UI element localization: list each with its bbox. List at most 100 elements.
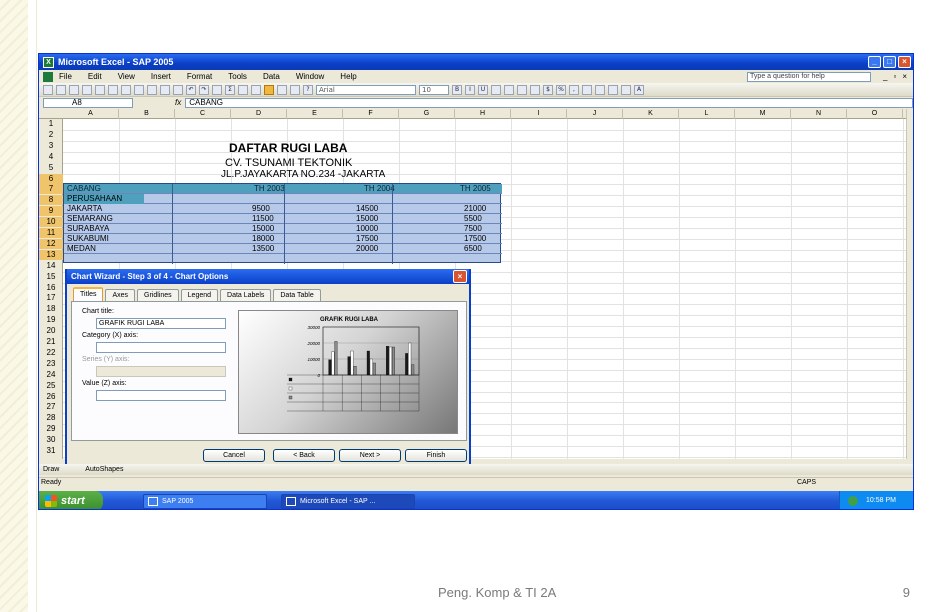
menu-edit[interactable]: Edit xyxy=(88,72,102,81)
cut-icon[interactable] xyxy=(134,84,144,95)
row-header[interactable]: 22 xyxy=(39,348,63,358)
decrease-decimal-icon[interactable] xyxy=(595,84,605,95)
table-cell-value[interactable]: 14500 xyxy=(356,204,378,214)
chart-wizard-icon[interactable] xyxy=(264,84,274,95)
table-cell-value[interactable]: 10000 xyxy=(356,224,378,234)
align-right-icon[interactable] xyxy=(517,84,527,95)
start-button[interactable]: start xyxy=(39,491,103,509)
doc-minimize-icon[interactable]: _ xyxy=(883,72,887,81)
row-header[interactable]: 23 xyxy=(39,359,63,369)
tab-legend[interactable]: Legend xyxy=(180,289,219,301)
hyperlink-icon[interactable] xyxy=(212,84,222,95)
row-header[interactable]: 8 xyxy=(39,195,63,206)
row-header[interactable]: 30 xyxy=(39,435,63,445)
menu-view[interactable]: View xyxy=(118,72,135,81)
row-header[interactable]: 16 xyxy=(39,283,63,293)
column-header[interactable]: J xyxy=(567,109,623,119)
column-header[interactable]: M xyxy=(735,109,791,119)
table-cell-value[interactable]: 13500 xyxy=(252,244,274,254)
row-header[interactable]: 25 xyxy=(39,381,63,391)
row-header[interactable]: 12 xyxy=(39,238,63,249)
close-icon[interactable]: × xyxy=(898,56,911,68)
data-table[interactable]: CABANG TH 2003 TH 2004 TH 2005 PERUSAHAA… xyxy=(63,183,502,264)
row-header[interactable]: 5 xyxy=(39,163,63,173)
tab-axes[interactable]: Axes xyxy=(105,289,136,301)
chart-title-field[interactable]: GRAFIK RUGI LABA xyxy=(96,318,226,329)
task-sap2005[interactable]: SAP 2005 xyxy=(143,494,267,509)
menu-data[interactable]: Data xyxy=(263,72,280,81)
comma-icon[interactable]: , xyxy=(569,84,579,95)
merge-center-icon[interactable] xyxy=(530,84,540,95)
column-header[interactable]: N xyxy=(791,109,847,119)
table-cell-value[interactable]: 15000 xyxy=(356,214,378,224)
menu-window[interactable]: Window xyxy=(296,72,324,81)
row-header[interactable]: 9 xyxy=(39,206,63,217)
font-select[interactable]: Arial xyxy=(316,84,416,95)
row-header[interactable]: 24 xyxy=(39,370,63,380)
row-header[interactable]: 14 xyxy=(39,261,63,271)
row-header[interactable]: 3 xyxy=(39,141,63,151)
dialog-close-icon[interactable]: × xyxy=(453,270,467,283)
table-cell-value[interactable]: 5500 xyxy=(464,214,482,224)
bold-icon[interactable]: B xyxy=(452,84,462,95)
row-header[interactable]: 11 xyxy=(39,228,63,238)
row-header[interactable]: 15 xyxy=(39,272,63,282)
italic-icon[interactable]: I xyxy=(465,84,475,95)
next-button[interactable]: Next > xyxy=(339,449,401,462)
copy-icon[interactable] xyxy=(147,84,157,95)
minimize-icon[interactable]: _ xyxy=(868,56,881,68)
row-header[interactable]: 17 xyxy=(39,293,63,303)
row-header[interactable]: 1 xyxy=(39,119,63,129)
font-size-select[interactable]: 10 xyxy=(419,84,449,95)
zoom-icon[interactable] xyxy=(290,84,300,95)
help-search-input[interactable]: Type a question for help xyxy=(747,71,872,82)
row-header[interactable]: 27 xyxy=(39,402,63,412)
underline-icon[interactable]: U xyxy=(478,84,488,95)
save-icon[interactable] xyxy=(69,84,79,95)
column-header[interactable]: E xyxy=(287,109,343,119)
table-cell-value[interactable]: 18000 xyxy=(252,234,274,244)
paste-icon[interactable] xyxy=(160,84,170,95)
row-header[interactable]: 10 xyxy=(39,217,63,228)
autoshapes-menu[interactable]: AutoShapes xyxy=(85,466,123,473)
column-header[interactable]: I xyxy=(511,109,567,119)
row-header[interactable]: 31 xyxy=(39,446,63,456)
tab-data-table[interactable]: Data Table xyxy=(273,289,321,301)
menu-tools[interactable]: Tools xyxy=(228,72,247,81)
doc-restore-icon[interactable]: ▫ xyxy=(893,72,896,81)
borders-icon[interactable] xyxy=(608,84,618,95)
row-header[interactable]: 28 xyxy=(39,413,63,423)
menu-insert[interactable]: Insert xyxy=(151,72,171,81)
table-cell-name[interactable]: SURABAYA xyxy=(67,224,109,234)
row-header[interactable]: 18 xyxy=(39,304,63,314)
format-painter-icon[interactable] xyxy=(173,84,183,95)
fill-color-icon[interactable] xyxy=(621,84,631,95)
align-left-icon[interactable] xyxy=(491,84,501,95)
permission-icon[interactable] xyxy=(82,84,92,95)
help-icon[interactable]: ? xyxy=(303,84,313,95)
redo-icon[interactable]: ↷ xyxy=(199,84,209,95)
row-header[interactable]: 2 xyxy=(39,130,63,140)
open-icon[interactable] xyxy=(56,84,66,95)
row-header[interactable]: 20 xyxy=(39,326,63,336)
menu-help[interactable]: Help xyxy=(340,72,356,81)
font-color-icon[interactable]: A xyxy=(634,84,644,95)
table-cell-value[interactable]: 7500 xyxy=(464,224,482,234)
drawing-icon[interactable] xyxy=(277,84,287,95)
spelling-icon[interactable] xyxy=(121,84,131,95)
network-icon[interactable] xyxy=(848,496,858,506)
table-cell-name[interactable]: SEMARANG xyxy=(67,214,113,224)
vertical-scrollbar[interactable] xyxy=(906,109,913,459)
tab-gridlines[interactable]: Gridlines xyxy=(137,289,179,301)
formula-input[interactable]: CABANG xyxy=(185,97,913,108)
column-header[interactable]: K xyxy=(623,109,679,119)
fx-icon[interactable]: fx xyxy=(175,98,181,107)
name-box[interactable]: A8 xyxy=(43,97,133,108)
category-axis-field[interactable] xyxy=(96,342,226,353)
table-cell-value[interactable]: 21000 xyxy=(464,204,486,214)
column-header[interactable]: L xyxy=(679,109,735,119)
doc-close-icon[interactable]: × xyxy=(902,72,907,81)
menu-file[interactable]: File xyxy=(59,72,72,81)
value-axis-field[interactable] xyxy=(96,390,226,401)
new-icon[interactable] xyxy=(43,84,53,95)
